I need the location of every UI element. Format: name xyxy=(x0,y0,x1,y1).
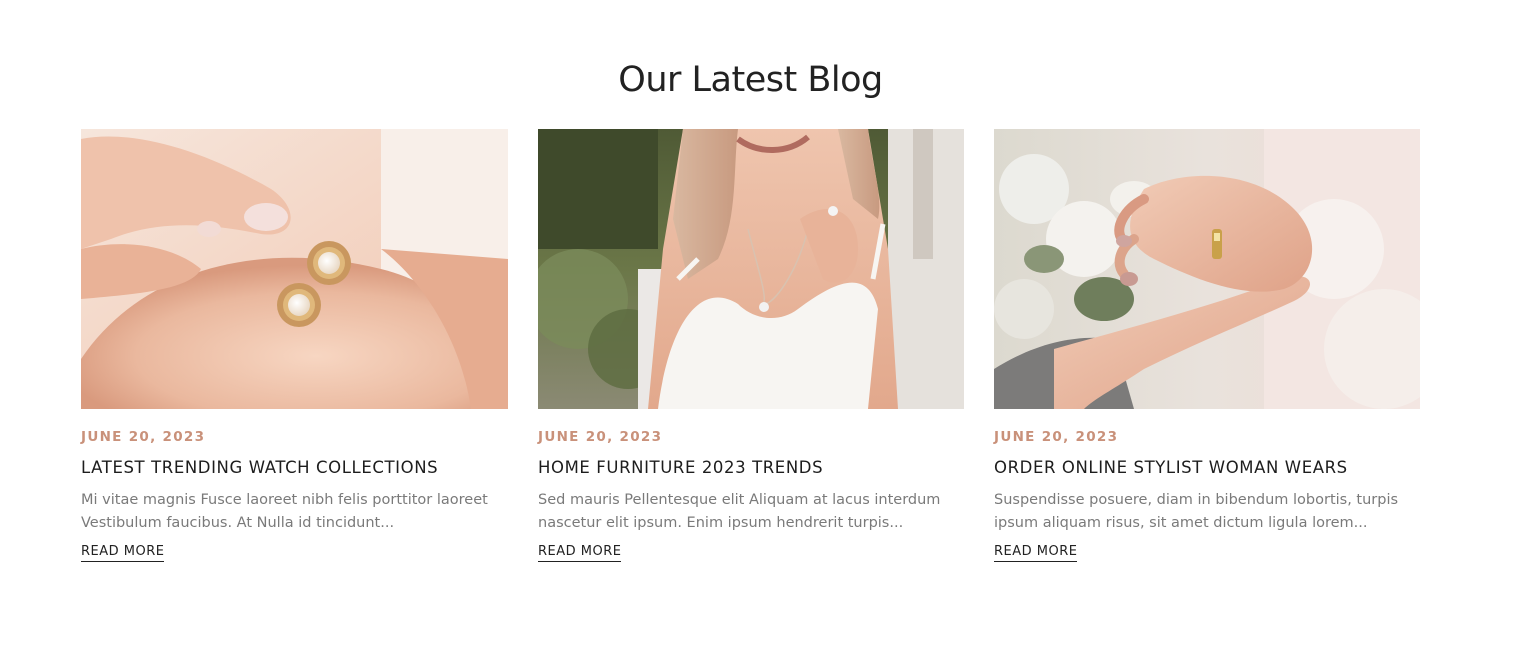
blog-card-image[interactable] xyxy=(538,129,964,409)
post-title[interactable]: ORDER ONLINE STYLIST WOMAN WEARS xyxy=(994,458,1420,478)
blog-post-list: JUNE 20, 2023 LATEST TRENDING WATCH COLL… xyxy=(81,129,1421,589)
post-date: JUNE 20, 2023 xyxy=(81,429,206,445)
post-title[interactable]: HOME FURNITURE 2023 TRENDS xyxy=(538,458,964,478)
read-more-link[interactable]: READ MORE xyxy=(994,544,1078,562)
blog-card-image[interactable] xyxy=(994,129,1420,409)
post-date: JUNE 20, 2023 xyxy=(538,429,663,445)
wedding-ring-hands-image xyxy=(994,129,1420,409)
pearl-earrings-image xyxy=(81,129,508,409)
blog-card: JUNE 20, 2023 LATEST TRENDING WATCH COLL… xyxy=(81,129,508,589)
post-title[interactable]: LATEST TRENDING WATCH COLLECTIONS xyxy=(81,458,508,478)
section-title: Our Latest Blog xyxy=(618,60,883,100)
post-excerpt: Sed mauris Pellentesque elit Aliquam at … xyxy=(538,492,941,531)
blog-card: JUNE 20, 2023 ORDER ONLINE STYLIST WOMAN… xyxy=(994,129,1420,589)
post-date: JUNE 20, 2023 xyxy=(994,429,1119,445)
read-more-link[interactable]: READ MORE xyxy=(538,544,622,562)
post-excerpt: Suspendisse posuere, diam in bibendum lo… xyxy=(994,492,1399,531)
blog-card: JUNE 20, 2023 HOME FURNITURE 2023 TRENDS… xyxy=(538,129,964,589)
post-excerpt: Mi vitae magnis Fusce laoreet nibh felis… xyxy=(81,492,488,531)
blog-card-image[interactable] xyxy=(81,129,508,409)
bride-necklace-image xyxy=(538,129,964,409)
read-more-link[interactable]: READ MORE xyxy=(81,544,165,562)
